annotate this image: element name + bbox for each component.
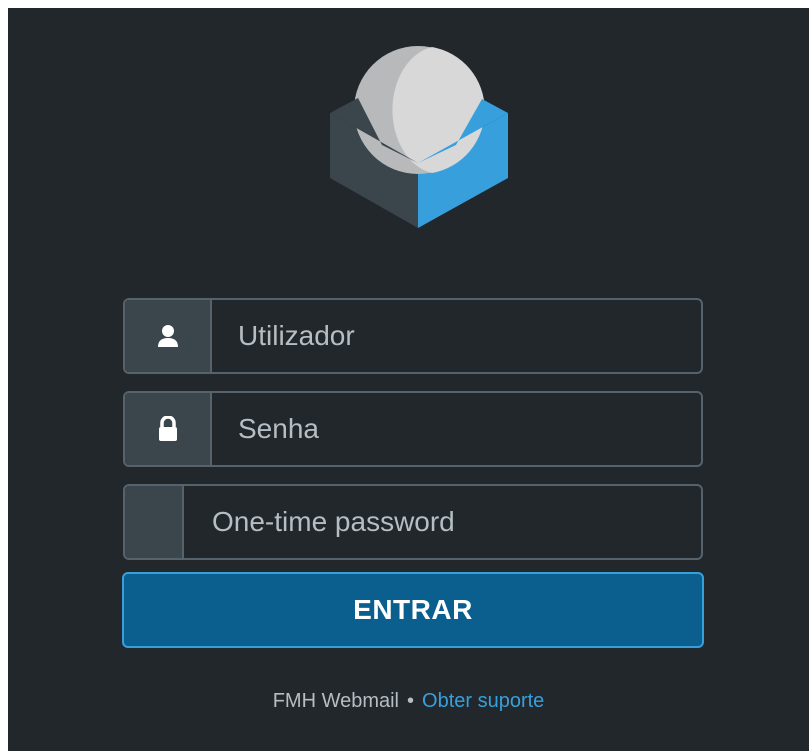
product-name: FMH Webmail [272,690,399,712]
otp-input[interactable] [184,486,701,558]
footer-separator: • [407,690,415,712]
username-input[interactable] [212,300,701,372]
username-field [123,298,703,374]
user-icon [125,300,212,372]
otp-addon [125,486,184,558]
password-input[interactable] [212,393,701,465]
login-button[interactable]: ENTRAR [122,572,704,648]
login-form: ENTRAR [122,298,704,648]
roundcube-logo [330,46,508,228]
password-field [123,391,703,467]
otp-field [123,484,703,560]
lock-icon [125,393,212,465]
footer: FMH Webmail • Obter suporte [8,690,809,713]
support-link[interactable]: Obter suporte [422,690,544,712]
